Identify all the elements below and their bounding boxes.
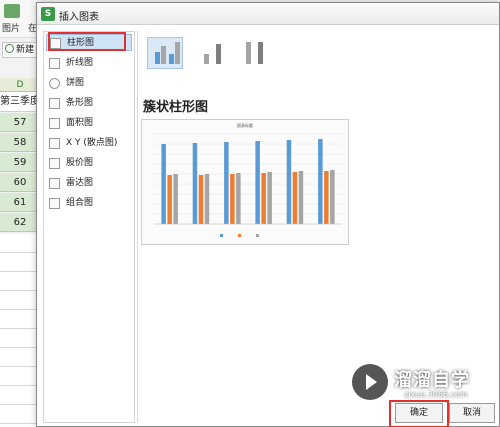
table-cell[interactable]: 58 xyxy=(0,133,40,152)
new-button[interactable]: 新建 xyxy=(2,42,40,58)
selection-highlight xyxy=(48,32,126,51)
variant-bar xyxy=(204,54,209,64)
chart-type-list: 柱形图 折线图 饼图 条形图 面积图 X Y (散点图) 股价图 雷达图 组合图 xyxy=(43,31,135,423)
legend-swatch xyxy=(256,234,259,237)
chart-bar xyxy=(224,142,229,224)
variant-bar xyxy=(258,42,263,64)
legend-swatch xyxy=(238,234,241,237)
ribbon-tab-picture[interactable]: 图片 xyxy=(2,21,20,34)
watermark-url: zixue.3066.com xyxy=(404,390,468,399)
chart-bar xyxy=(286,140,292,224)
chart-type-item-stock[interactable]: 股价图 xyxy=(46,155,132,172)
table-cell[interactable]: 60 xyxy=(0,173,40,192)
chart-bar xyxy=(230,174,235,224)
column-header-d[interactable]: D xyxy=(0,78,40,92)
chart-type-item-line[interactable]: 折线图 xyxy=(46,55,132,72)
app-icon: S xyxy=(41,7,55,21)
watermark-text: 溜溜自学 xyxy=(394,370,470,391)
watermark: 溜溜自学 zixue.3066.com xyxy=(352,360,484,412)
chart-bar xyxy=(330,170,335,224)
table-cell[interactable]: 57 xyxy=(0,113,40,132)
chart-bar xyxy=(204,174,210,224)
line-chart-icon xyxy=(49,58,60,69)
chart-type-item-pie[interactable]: 饼图 xyxy=(46,75,132,92)
variant-bar xyxy=(161,46,166,64)
combo-chart-icon xyxy=(49,198,60,209)
dialog-titlebar[interactable]: S 插入图表 xyxy=(37,3,499,25)
variant-bar xyxy=(169,54,174,64)
chart-bar xyxy=(318,139,323,224)
horizontal-bar-icon xyxy=(49,98,60,109)
picture-icon[interactable] xyxy=(4,4,20,18)
percent-stacked-column-variant[interactable] xyxy=(235,37,271,69)
chart-bar xyxy=(198,175,204,224)
stacked-column-variant[interactable] xyxy=(193,37,229,69)
variant-bar xyxy=(246,42,251,64)
play-logo-icon xyxy=(352,364,388,400)
chart-bar xyxy=(267,172,272,224)
new-icon xyxy=(5,44,14,53)
variant-bar xyxy=(155,52,160,64)
chart-type-item-radar[interactable]: 雷达图 xyxy=(46,175,132,192)
clustered-column-variant[interactable] xyxy=(147,37,183,69)
scatter-chart-icon xyxy=(49,138,60,149)
chart-bar xyxy=(161,144,166,224)
table-cell[interactable]: 61 xyxy=(0,193,40,212)
preview-chart xyxy=(154,133,342,237)
chart-type-item-bar[interactable]: 条形图 xyxy=(46,95,132,112)
area-chart-icon xyxy=(49,118,60,129)
chart-type-item-area[interactable]: 面积图 xyxy=(46,115,132,132)
chart-bar xyxy=(167,175,172,224)
table-cell[interactable]: 59 xyxy=(0,153,40,172)
chart-bar xyxy=(292,172,298,224)
chart-bar xyxy=(255,141,260,224)
chart-bar xyxy=(261,173,266,224)
pie-chart-icon xyxy=(49,78,60,89)
dialog-title: 插入图表 xyxy=(59,12,99,23)
empty-rows xyxy=(0,234,40,427)
legend-swatch xyxy=(220,234,223,237)
chart-preview: 图表标题 xyxy=(141,119,349,245)
chart-bar xyxy=(324,171,329,224)
ribbon-fragment: 图片 在 xyxy=(0,0,40,38)
variant-title: 簇状柱形图 xyxy=(143,100,209,115)
panel-divider xyxy=(137,31,138,423)
chart-bar xyxy=(236,173,241,224)
chart-type-item-combo[interactable]: 组合图 xyxy=(46,195,132,212)
chart-bar xyxy=(173,174,178,224)
variant-bar xyxy=(216,44,221,64)
chart-type-item-scatter[interactable]: X Y (散点图) xyxy=(46,135,132,152)
chart-bar xyxy=(192,143,198,224)
table-cell[interactable]: 62 xyxy=(0,213,40,232)
radar-chart-icon xyxy=(49,178,60,189)
variant-bar xyxy=(175,42,180,64)
stock-chart-icon xyxy=(49,158,60,169)
chart-bar xyxy=(298,171,304,224)
header-cell[interactable]: 第三季度 xyxy=(0,92,40,112)
